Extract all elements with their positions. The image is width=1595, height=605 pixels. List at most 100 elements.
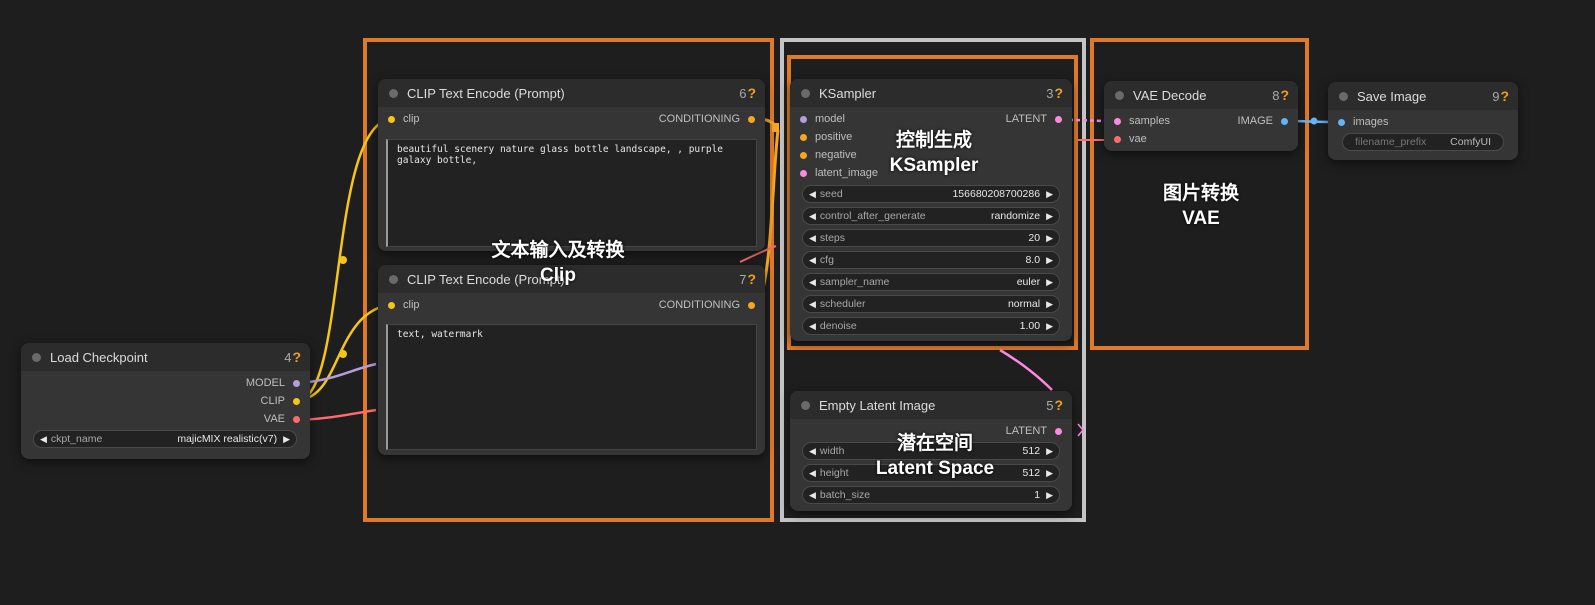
arrow-left-icon[interactable]: ◀ xyxy=(809,189,816,200)
help-icon[interactable]: ? xyxy=(747,271,756,287)
arrow-right-icon[interactable]: ▶ xyxy=(1046,468,1053,479)
output-slot-image[interactable]: IMAGE xyxy=(1238,112,1288,130)
latent-dot-icon[interactable] xyxy=(800,169,807,177)
arrow-right-icon[interactable]: ▶ xyxy=(1046,277,1053,288)
prompt-textarea[interactable]: beautiful scenery nature glass bottle la… xyxy=(386,139,757,247)
conditioning-dot-icon[interactable] xyxy=(748,115,755,123)
widget-batch-size[interactable]: ◀ batch_size 1 ▶ xyxy=(802,486,1060,504)
widget-control-after-generate[interactable]: ◀ control_after_generate randomize ▶ xyxy=(802,207,1060,225)
annotation-latent-space: 潜在空间 Latent Space xyxy=(875,433,995,479)
image-dot-icon[interactable] xyxy=(1281,117,1288,125)
arrow-left-icon[interactable]: ◀ xyxy=(809,255,816,266)
arrow-left-icon[interactable]: ◀ xyxy=(809,468,816,479)
node-ksampler[interactable]: KSampler 3? model LATENT positive negati… xyxy=(790,79,1072,341)
help-icon[interactable]: ? xyxy=(1280,87,1289,103)
arrow-right-icon[interactable]: ▶ xyxy=(1046,446,1053,457)
node-header[interactable]: CLIP Text Encode (Prompt) 6? xyxy=(378,79,765,107)
arrow-left-icon[interactable]: ◀ xyxy=(809,299,816,310)
widget-sampler-name[interactable]: ◀ sampler_name euler ▶ xyxy=(802,273,1060,291)
node-title: Empty Latent Image xyxy=(819,397,936,413)
annotation-ksampler: 控制生成 KSampler xyxy=(889,130,979,176)
clip-dot-icon[interactable] xyxy=(293,397,300,405)
arrow-right-icon[interactable]: ▶ xyxy=(1046,490,1053,501)
node-clip-text-encode-negative[interactable]: CLIP Text Encode (Prompt) 7? clip CONDIT… xyxy=(378,265,765,455)
conditioning-dot-icon[interactable] xyxy=(748,301,755,309)
output-slot-conditioning[interactable]: CONDITIONING xyxy=(659,296,755,314)
node-header[interactable]: Load Checkpoint 4? xyxy=(21,343,310,371)
arrow-left-icon[interactable]: ◀ xyxy=(809,446,816,457)
vae-dot-icon[interactable] xyxy=(1114,135,1121,143)
clip-dot-icon[interactable] xyxy=(388,115,395,123)
collapse-dot-icon[interactable] xyxy=(389,274,398,284)
input-slot-model[interactable]: model xyxy=(800,110,845,128)
input-slot-vae[interactable]: vae xyxy=(1114,130,1147,148)
arrow-left-icon[interactable]: ◀ xyxy=(809,211,816,222)
help-icon[interactable]: ? xyxy=(292,349,301,365)
latent-dot-icon[interactable] xyxy=(1055,115,1062,123)
vae-dot-icon[interactable] xyxy=(293,415,300,423)
output-slot-latent[interactable]: LATENT xyxy=(1006,110,1062,128)
node-header[interactable]: Save Image 9? xyxy=(1328,82,1518,110)
arrow-right-icon[interactable]: ▶ xyxy=(1046,189,1053,200)
input-slot-positive[interactable]: positive xyxy=(800,128,852,146)
help-icon[interactable]: ? xyxy=(1054,397,1063,413)
input-slot-clip[interactable]: clip xyxy=(388,296,420,314)
arrow-left-icon[interactable]: ◀ xyxy=(40,434,47,445)
node-id: 5 xyxy=(1046,397,1054,413)
node-id: 4 xyxy=(284,349,292,365)
node-save-image[interactable]: Save Image 9? images filename_prefix Com… xyxy=(1328,82,1518,160)
collapse-dot-icon[interactable] xyxy=(1115,90,1124,100)
latent-dot-icon[interactable] xyxy=(1114,117,1121,125)
image-dot-icon[interactable] xyxy=(1338,118,1345,126)
arrow-left-icon[interactable]: ◀ xyxy=(809,233,816,244)
widget-denoise[interactable]: ◀ denoise 1.00 ▶ xyxy=(802,317,1060,335)
arrow-right-icon[interactable]: ▶ xyxy=(1046,211,1053,222)
node-load-checkpoint[interactable]: Load Checkpoint 4? MODEL CLIP VAE ◀ ckpt… xyxy=(21,343,310,459)
input-slot-samples[interactable]: samples xyxy=(1114,112,1170,130)
collapse-dot-icon[interactable] xyxy=(801,400,810,410)
output-slot-vae[interactable]: VAE xyxy=(264,410,300,428)
input-slot-images[interactable]: images xyxy=(1338,113,1388,131)
arrow-right-icon[interactable]: ▶ xyxy=(283,434,290,445)
widget-cfg[interactable]: ◀ cfg 8.0 ▶ xyxy=(802,251,1060,269)
clip-dot-icon[interactable] xyxy=(388,301,395,309)
collapse-dot-icon[interactable] xyxy=(1339,91,1348,101)
model-dot-icon[interactable] xyxy=(293,379,300,387)
arrow-right-icon[interactable]: ▶ xyxy=(1046,299,1053,310)
input-slot-clip[interactable]: clip xyxy=(388,110,420,128)
filename-prefix-field[interactable]: filename_prefix ComfyUI xyxy=(1342,133,1504,151)
widget-scheduler[interactable]: ◀ scheduler normal ▶ xyxy=(802,295,1060,313)
node-header[interactable]: Empty Latent Image 5? xyxy=(790,391,1072,419)
node-title: CLIP Text Encode (Prompt) xyxy=(407,85,565,101)
collapse-dot-icon[interactable] xyxy=(801,88,810,98)
conditioning-dot-icon[interactable] xyxy=(800,151,807,159)
node-title: KSampler xyxy=(819,85,877,101)
node-vae-decode[interactable]: VAE Decode 8? samples IMAGE vae xyxy=(1104,81,1298,151)
conditioning-dot-icon[interactable] xyxy=(800,133,807,141)
prompt-textarea[interactable]: text, watermark xyxy=(386,324,757,450)
arrow-left-icon[interactable]: ◀ xyxy=(809,321,816,332)
help-icon[interactable]: ? xyxy=(1054,85,1063,101)
help-icon[interactable]: ? xyxy=(747,85,756,101)
arrow-right-icon[interactable]: ▶ xyxy=(1046,321,1053,332)
node-clip-text-encode-positive[interactable]: CLIP Text Encode (Prompt) 6? clip CONDIT… xyxy=(378,79,765,251)
collapse-dot-icon[interactable] xyxy=(32,352,41,362)
arrow-left-icon[interactable]: ◀ xyxy=(809,490,816,501)
latent-dot-icon[interactable] xyxy=(1055,427,1062,435)
ckpt-name-combo[interactable]: ◀ ckpt_name majicMIX realistic(v7) ▶ xyxy=(33,430,297,448)
output-slot-model[interactable]: MODEL xyxy=(246,374,300,392)
arrow-right-icon[interactable]: ▶ xyxy=(1046,233,1053,244)
model-dot-icon[interactable] xyxy=(800,115,807,123)
node-header[interactable]: KSampler 3? xyxy=(790,79,1072,107)
collapse-dot-icon[interactable] xyxy=(389,88,398,98)
help-icon[interactable]: ? xyxy=(1500,88,1509,104)
input-slot-negative[interactable]: negative xyxy=(800,146,857,164)
arrow-left-icon[interactable]: ◀ xyxy=(809,277,816,288)
arrow-right-icon[interactable]: ▶ xyxy=(1046,255,1053,266)
node-id: 7 xyxy=(739,271,747,287)
widget-seed[interactable]: ◀ seed 156680208700286 ▶ xyxy=(802,185,1060,203)
widget-steps[interactable]: ◀ steps 20 ▶ xyxy=(802,229,1060,247)
output-slot-conditioning[interactable]: CONDITIONING xyxy=(659,110,755,128)
node-header[interactable]: VAE Decode 8? xyxy=(1104,81,1298,109)
output-slot-clip[interactable]: CLIP xyxy=(261,392,300,410)
